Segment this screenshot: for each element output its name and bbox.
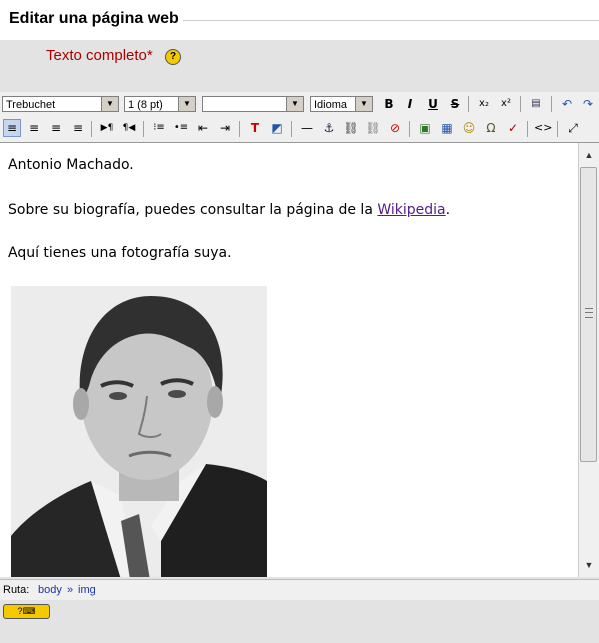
indent-button[interactable]: ⇥ <box>216 119 234 137</box>
format-select[interactable]: ▼ <box>202 96 304 112</box>
toolbar-separator <box>468 96 469 112</box>
italic-button[interactable]: I <box>401 95 419 113</box>
path-body-link[interactable]: body <box>38 580 62 600</box>
toolbar-separator <box>557 121 558 137</box>
editor-toolbar-1: Trebuchet ▼ 1 (8 pt) ▼ ▼ Idioma ▼ B I U … <box>0 92 599 116</box>
editor-help-button[interactable]: ?⌨ <box>3 604 50 619</box>
toolbar-separator <box>520 96 521 112</box>
scroll-grip-icon <box>585 308 593 318</box>
undo-button[interactable]: ↶ <box>558 95 576 113</box>
horizontal-rule-button[interactable]: — <box>298 119 316 137</box>
insert-image-icon[interactable]: ▣ <box>416 119 434 137</box>
toolbar-separator <box>527 121 528 137</box>
outdent-button[interactable]: ⇤ <box>194 119 212 137</box>
fullscreen-icon[interactable]: ⤢ <box>564 119 582 137</box>
insert-table-icon[interactable]: ▦ <box>438 119 456 137</box>
editor-scrollbar[interactable]: ▲ ▼ <box>578 143 599 577</box>
link-icon[interactable]: ⛓ <box>342 119 360 137</box>
spellcheck-icon[interactable]: ✓ <box>504 119 522 137</box>
scroll-down-icon[interactable]: ▼ <box>580 556 598 574</box>
toolbar-separator <box>143 121 144 137</box>
content-line-2-text: Sobre su biografía, puedes consultar la … <box>8 202 373 218</box>
wikipedia-link[interactable]: Wikipedia <box>377 202 445 218</box>
font-size-select[interactable]: 1 (8 pt) ▼ <box>124 96 196 112</box>
page-header: Editar una página web <box>0 0 599 40</box>
path-img-link[interactable]: img <box>78 580 96 600</box>
justify-button[interactable]: ≡ <box>69 119 87 137</box>
bold-button[interactable]: B <box>380 95 398 113</box>
language-select[interactable]: Idioma ▼ <box>310 96 373 112</box>
font-family-select[interactable]: Trebuchet ▼ <box>2 96 119 112</box>
paste-word-icon[interactable]: ▤ <box>527 95 545 113</box>
align-right-button[interactable]: ≡ <box>47 119 65 137</box>
bg-color-button[interactable]: ◩ <box>268 119 286 137</box>
toolbar-separator <box>91 121 92 137</box>
align-left-button[interactable]: ≡ <box>3 119 21 137</box>
underline-button[interactable]: U <box>424 95 442 113</box>
special-char-icon[interactable]: Ω <box>482 119 500 137</box>
smiley-icon[interactable]: ☺ <box>460 119 478 137</box>
chevron-down-icon: ▼ <box>286 97 303 111</box>
anchor-icon[interactable]: ⚓ <box>320 119 338 137</box>
strikethrough-button[interactable]: S <box>446 95 464 113</box>
ltr-button[interactable]: ▶¶ <box>98 119 116 137</box>
align-center-button[interactable]: ≡ <box>25 119 43 137</box>
chevron-down-icon: ▼ <box>178 97 195 111</box>
toolbar-separator <box>409 121 410 137</box>
editor-toolbar-2: ≡ ≡ ≡ ≡ ▶¶ ¶◀ ⁝≡ •≡ ⇤ ⇥ T ◩ — ⚓ ⛓ ⛓ ⊘ ▣ … <box>0 116 599 143</box>
redo-button[interactable]: ↷ <box>579 95 597 113</box>
toolbar-separator <box>239 121 240 137</box>
content-line-3: Aquí tienes una fotografía suya. <box>8 245 232 261</box>
portrait-image <box>11 286 267 577</box>
portrait-photo[interactable] <box>11 286 267 577</box>
html-source-button[interactable]: <> <box>534 119 552 137</box>
chevron-down-icon: ▼ <box>355 97 372 111</box>
content-line-2: Sobre su biografía, puedes consultar la … <box>8 202 450 218</box>
scroll-up-icon[interactable]: ▲ <box>580 146 598 164</box>
editor-content[interactable]: Antonio Machado. Sobre su biografía, pue… <box>0 143 578 577</box>
font-size-value: 1 (8 pt) <box>128 99 163 111</box>
ordered-list-button[interactable]: ⁝≡ <box>150 119 168 137</box>
nolink-icon[interactable]: ⊘ <box>386 119 404 137</box>
toolbar-separator <box>551 96 552 112</box>
path-label: Ruta: <box>3 584 30 596</box>
content-line-1: Antonio Machado. <box>8 157 134 173</box>
field-label: Texto completo* <box>46 47 153 64</box>
font-family-value: Trebuchet <box>6 99 56 111</box>
unordered-list-button[interactable]: •≡ <box>172 119 190 137</box>
path-separator: » <box>67 584 74 596</box>
content-line-2-end: . <box>445 202 451 218</box>
superscript-button[interactable]: x² <box>497 95 515 113</box>
help-icon[interactable]: ? <box>165 49 181 65</box>
page-title: Editar una página web <box>9 10 179 27</box>
header-rule <box>183 20 599 21</box>
subscript-button[interactable]: x₂ <box>475 95 493 113</box>
rtl-button[interactable]: ¶◀ <box>120 119 138 137</box>
unlink-icon[interactable]: ⛓ <box>364 119 382 137</box>
text-color-button[interactable]: T <box>246 119 264 137</box>
chevron-down-icon: ▼ <box>101 97 118 111</box>
status-bar: Ruta: body » img <box>0 579 599 600</box>
toolbar-separator <box>291 121 292 137</box>
language-value: Idioma <box>314 99 348 111</box>
scroll-thumb[interactable] <box>580 167 597 462</box>
